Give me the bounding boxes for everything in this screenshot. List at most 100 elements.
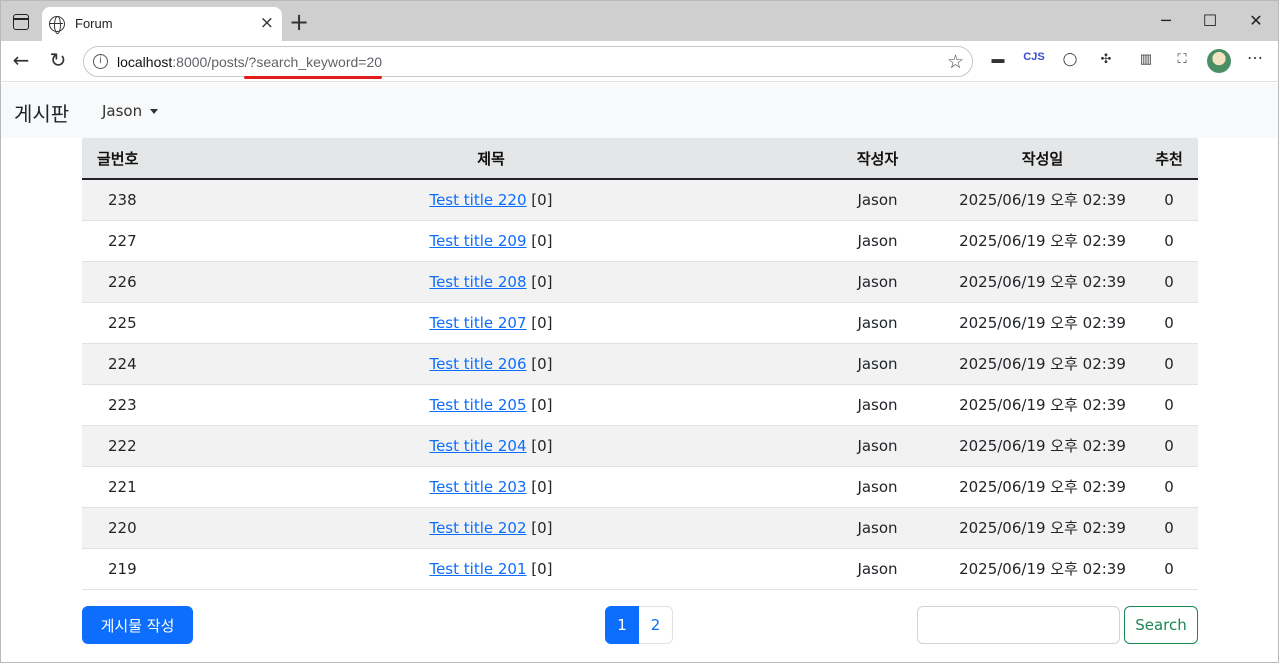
post-date: 2025/06/19 오후 02:39: [959, 396, 1126, 414]
post-author: Jason: [857, 231, 898, 250]
comment-count: [0]: [531, 354, 553, 373]
window-border-left: [0, 82, 1, 663]
more-menu-icon[interactable]: ⋯: [1244, 48, 1266, 68]
post-title-link[interactable]: Test title 208: [429, 273, 526, 291]
post-recommend: 0: [1164, 477, 1174, 496]
table-row: 220 Test title 202 [0] Jason 2025/06/19 …: [82, 507, 1198, 548]
post-title-link[interactable]: Test title 202: [429, 519, 526, 537]
reload-icon[interactable]: ↻: [46, 49, 70, 73]
comment-count: [0]: [531, 559, 553, 578]
tab-actions-icon[interactable]: [13, 14, 29, 30]
tab-title: Forum: [75, 16, 113, 31]
minimize-icon[interactable]: ─: [1156, 11, 1176, 31]
post-author: Jason: [857, 436, 898, 455]
table-row: 224 Test title 206 [0] Jason 2025/06/19 …: [82, 343, 1198, 384]
post-title-cell: Test title 202 [0]: [172, 507, 810, 548]
comment-count: [0]: [531, 190, 553, 209]
url-path: :8000/posts/?search_keyword=20: [172, 54, 383, 70]
search-button[interactable]: Search: [1124, 606, 1198, 644]
table-row: 222 Test title 204 [0] Jason 2025/06/19 …: [82, 425, 1198, 466]
post-recommend: 0: [1164, 518, 1174, 537]
pagination: 1 2: [605, 606, 673, 644]
post-date: 2025/06/19 오후 02:39: [959, 437, 1126, 455]
comment-count: [0]: [531, 436, 553, 455]
comment-count: [0]: [531, 518, 553, 537]
incognito-extension-icon[interactable]: ▬: [987, 51, 1009, 66]
post-title-cell: Test title 208 [0]: [172, 261, 810, 302]
write-post-button[interactable]: 게시물 작성: [82, 606, 193, 644]
post-number: 222: [108, 436, 137, 455]
url-text[interactable]: localhost:8000/posts/?search_keyword=20: [117, 54, 382, 70]
post-date: 2025/06/19 오후 02:39: [959, 519, 1126, 537]
post-date: 2025/06/19 오후 02:39: [959, 478, 1126, 496]
post-title-link[interactable]: Test title 203: [429, 478, 526, 496]
post-date: 2025/06/19 오후 02:39: [959, 232, 1126, 250]
post-recommend: 0: [1164, 395, 1174, 414]
post-author: Jason: [857, 190, 898, 209]
post-date: 2025/06/19 오후 02:39: [959, 314, 1126, 332]
post-author: Jason: [857, 477, 898, 496]
header-title: 제목: [172, 138, 810, 180]
post-title-cell: Test title 220 [0]: [172, 179, 810, 220]
post-author: Jason: [857, 395, 898, 414]
post-title-link[interactable]: Test title 204: [429, 437, 526, 455]
post-author: Jason: [857, 518, 898, 537]
post-date: 2025/06/19 오후 02:39: [959, 355, 1126, 373]
post-title-cell: Test title 209 [0]: [172, 220, 810, 261]
split-screen-icon[interactable]: ▥: [1135, 51, 1157, 67]
tab-close-icon[interactable]: ×: [260, 13, 274, 33]
post-title-cell: Test title 205 [0]: [172, 384, 810, 425]
post-recommend: 0: [1164, 559, 1174, 578]
header-num: 글번호: [82, 138, 172, 180]
post-title-link[interactable]: Test title 206: [429, 355, 526, 373]
post-title-link[interactable]: Test title 209: [429, 232, 526, 250]
browser-tab-forum[interactable]: Forum ×: [42, 7, 282, 42]
extension-icon[interactable]: ◯: [1059, 51, 1081, 67]
favorite-star-icon[interactable]: ☆: [947, 51, 964, 73]
post-number: 227: [108, 231, 137, 250]
post-number: 225: [108, 313, 137, 332]
browser-tabstrip: Forum × + ─ ☐ ✕: [0, 0, 1279, 42]
post-title-cell: Test title 201 [0]: [172, 548, 810, 589]
back-icon[interactable]: ←: [9, 49, 33, 73]
caret-down-icon: [150, 109, 159, 114]
address-bar[interactable]: i localhost:8000/posts/?search_keyword=2…: [83, 46, 973, 79]
profile-avatar[interactable]: [1207, 49, 1231, 73]
post-recommend: 0: [1164, 272, 1174, 291]
page-1-button[interactable]: 1: [605, 606, 639, 644]
post-author: Jason: [857, 354, 898, 373]
header-recommend: 추천: [1140, 138, 1198, 180]
user-dropdown[interactable]: Jason: [102, 102, 159, 120]
screenshot-icon[interactable]: ⛶: [1171, 51, 1193, 67]
maximize-icon[interactable]: ☐: [1200, 11, 1220, 31]
post-title-link[interactable]: Test title 205: [429, 396, 526, 414]
brand-title[interactable]: 게시판: [14, 98, 69, 127]
comment-count: [0]: [531, 313, 553, 332]
post-title-cell: Test title 206 [0]: [172, 343, 810, 384]
post-date: 2025/06/19 오후 02:39: [959, 273, 1126, 291]
page-2-button[interactable]: 2: [639, 606, 673, 644]
post-recommend: 0: [1164, 436, 1174, 455]
post-title-link[interactable]: Test title 207: [429, 314, 526, 332]
post-recommend: 0: [1164, 190, 1174, 209]
post-number: 219: [108, 559, 137, 578]
comment-count: [0]: [531, 395, 553, 414]
cjs-extension-icon[interactable]: CJS: [1023, 51, 1045, 63]
close-window-icon[interactable]: ✕: [1246, 11, 1266, 31]
comment-count: [0]: [531, 272, 553, 291]
table-row: 223 Test title 205 [0] Jason 2025/06/19 …: [82, 384, 1198, 425]
post-recommend: 0: [1164, 231, 1174, 250]
new-tab-icon[interactable]: +: [289, 9, 309, 35]
extensions-puzzle-icon[interactable]: ✣: [1095, 51, 1117, 67]
table-row: 227 Test title 209 [0] Jason 2025/06/19 …: [82, 220, 1198, 261]
info-icon[interactable]: i: [93, 54, 108, 69]
browser-toolbar: ← ↻ i localhost:8000/posts/?search_keywo…: [0, 41, 1279, 82]
post-author: Jason: [857, 272, 898, 291]
search-input[interactable]: [917, 606, 1120, 644]
post-number: 221: [108, 477, 137, 496]
post-number: 238: [108, 190, 137, 209]
post-title-link[interactable]: Test title 201: [429, 560, 526, 578]
posts-table: 글번호 제목 작성자 작성일 추천 238 Test title 220 [0]…: [82, 138, 1198, 590]
post-recommend: 0: [1164, 354, 1174, 373]
post-title-link[interactable]: Test title 220: [429, 191, 526, 209]
